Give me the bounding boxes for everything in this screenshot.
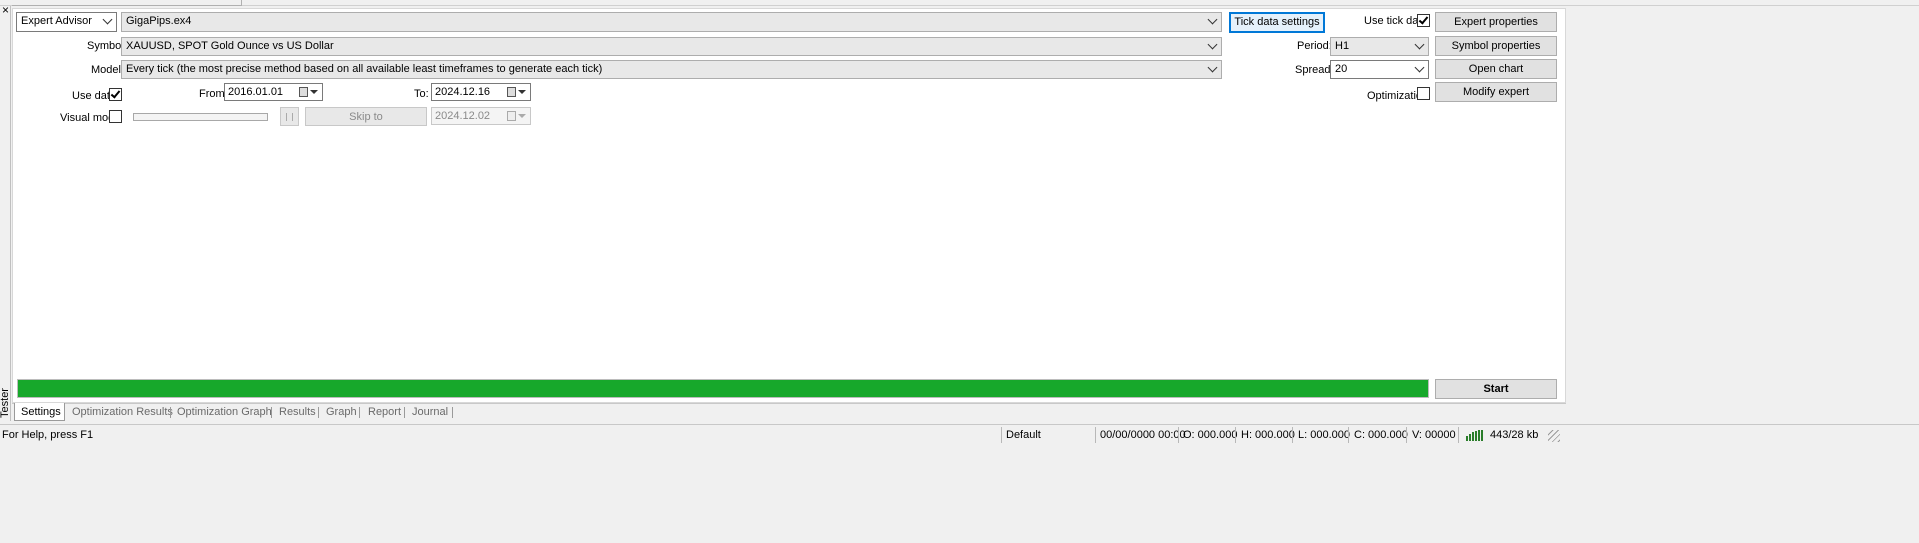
tab-separator <box>359 407 360 418</box>
visual-mode-checkbox[interactable] <box>109 110 122 123</box>
status-separator <box>1178 427 1179 443</box>
resize-grip-icon[interactable] <box>1548 430 1560 442</box>
open-chart-button[interactable]: Open chart <box>1435 59 1557 79</box>
symbol-select[interactable]: XAUUSD, SPOT Gold Ounce vs US Dollar <box>121 37 1222 56</box>
top-strip <box>0 0 1919 6</box>
tab-separator <box>404 407 405 418</box>
tab-settings[interactable]: Settings <box>21 405 61 420</box>
status-datetime: 00/00/0000 00:00 <box>1100 429 1186 441</box>
optimization-checkbox[interactable] <box>1417 87 1430 100</box>
progress-fill <box>18 380 1428 397</box>
tab-results[interactable]: Results <box>279 405 316 420</box>
use-tick-data-checkbox[interactable] <box>1417 14 1430 27</box>
expert-file-select[interactable]: GigaPips.ex4 <box>121 12 1222 32</box>
expert-file-value: GigaPips.ex4 <box>126 15 192 27</box>
connection-bars-svg <box>1466 430 1483 441</box>
dropdown-arrow-icon <box>518 90 526 94</box>
expert-type-value: Expert Advisor <box>21 15 92 27</box>
top-strip-tab <box>12 0 242 6</box>
calendar-icon <box>299 87 308 97</box>
skip-to-button[interactable]: Skip to <box>305 107 427 126</box>
status-separator <box>1001 427 1002 443</box>
dropdown-arrow-icon <box>518 114 526 118</box>
visual-speed-slider[interactable] <box>133 113 268 121</box>
symbol-value: XAUUSD, SPOT Gold Ounce vs US Dollar <box>126 40 334 52</box>
modify-expert-button[interactable]: Modify expert <box>1435 82 1557 102</box>
skip-to-date-picker[interactable]: 2024.12.02 <box>431 107 531 125</box>
tab-separator <box>318 407 319 418</box>
status-open: O: 000.000 <box>1183 429 1238 441</box>
start-button[interactable]: Start <box>1435 379 1557 399</box>
calendar-icon <box>507 87 516 97</box>
status-separator <box>1348 427 1349 443</box>
period-label: Period: <box>1297 40 1332 52</box>
chevron-down-icon <box>1414 62 1425 73</box>
model-value: Every tick (the most precise method base… <box>126 63 603 75</box>
status-separator <box>1235 427 1236 443</box>
chevron-down-icon <box>1207 62 1218 73</box>
model-select[interactable]: Every tick (the most precise method base… <box>121 60 1222 79</box>
period-select[interactable]: H1 <box>1330 37 1429 56</box>
expert-type-select[interactable]: Expert Advisor <box>16 12 117 32</box>
chevron-down-icon <box>1414 39 1425 50</box>
status-separator <box>1095 427 1096 443</box>
period-value: H1 <box>1335 40 1350 52</box>
status-volume: V: 00000 <box>1412 429 1456 441</box>
chevron-down-icon <box>1207 39 1218 50</box>
status-separator <box>1292 427 1293 443</box>
close-icon[interactable]: × <box>2 3 9 17</box>
to-date-value: 2024.12.16 <box>435 86 491 98</box>
to-date-picker[interactable]: 2024.12.16 <box>431 83 531 101</box>
tab-separator <box>170 407 171 418</box>
expert-properties-button[interactable]: Expert properties <box>1435 12 1557 32</box>
side-strip <box>0 6 11 421</box>
spread-label: Spread: <box>1295 64 1334 76</box>
calendar-icon <box>507 111 516 121</box>
tab-graph[interactable]: Graph <box>326 405 357 420</box>
skip-to-date-value: 2024.12.02 <box>435 110 491 122</box>
status-profile: Default <box>1006 429 1041 441</box>
spread-select[interactable]: 20 <box>1330 60 1429 79</box>
status-separator <box>1406 427 1407 443</box>
status-close: C: 000.000 <box>1354 429 1408 441</box>
chevron-down-icon <box>102 14 113 25</box>
from-date-picker[interactable]: 2016.01.01 <box>224 83 323 101</box>
tab-report[interactable]: Report <box>368 405 401 420</box>
pause-icon <box>286 113 293 121</box>
status-high: H: 000.000 <box>1241 429 1295 441</box>
status-traffic: 443/28 kb <box>1490 429 1539 441</box>
symbol-properties-button[interactable]: Symbol properties <box>1435 36 1557 56</box>
chevron-down-icon <box>1207 14 1218 25</box>
from-date-value: 2016.01.01 <box>228 86 284 98</box>
status-bar <box>0 424 1919 443</box>
model-label: Model: <box>91 64 125 76</box>
tab-optimization-graph[interactable]: Optimization Graph <box>177 405 272 420</box>
tab-journal[interactable]: Journal <box>412 405 448 420</box>
tab-optimization-results[interactable]: Optimization Results <box>72 405 173 420</box>
tab-separator <box>271 407 272 418</box>
spread-value: 20 <box>1335 63 1348 75</box>
status-low: L: 000.000 <box>1298 429 1350 441</box>
dropdown-arrow-icon <box>310 90 318 94</box>
test-progress-bar <box>17 379 1429 398</box>
tab-separator <box>452 407 453 418</box>
status-help-text: For Help, press F1 <box>2 429 94 441</box>
use-date-checkbox[interactable] <box>109 88 122 101</box>
tester-side-label: Tester <box>0 388 11 418</box>
connection-bars-icon <box>1466 430 1486 441</box>
tick-data-settings-button[interactable]: Tick data settings <box>1229 12 1325 33</box>
to-label: To: <box>414 88 429 100</box>
pause-button[interactable] <box>280 107 299 126</box>
status-separator <box>1458 427 1459 443</box>
